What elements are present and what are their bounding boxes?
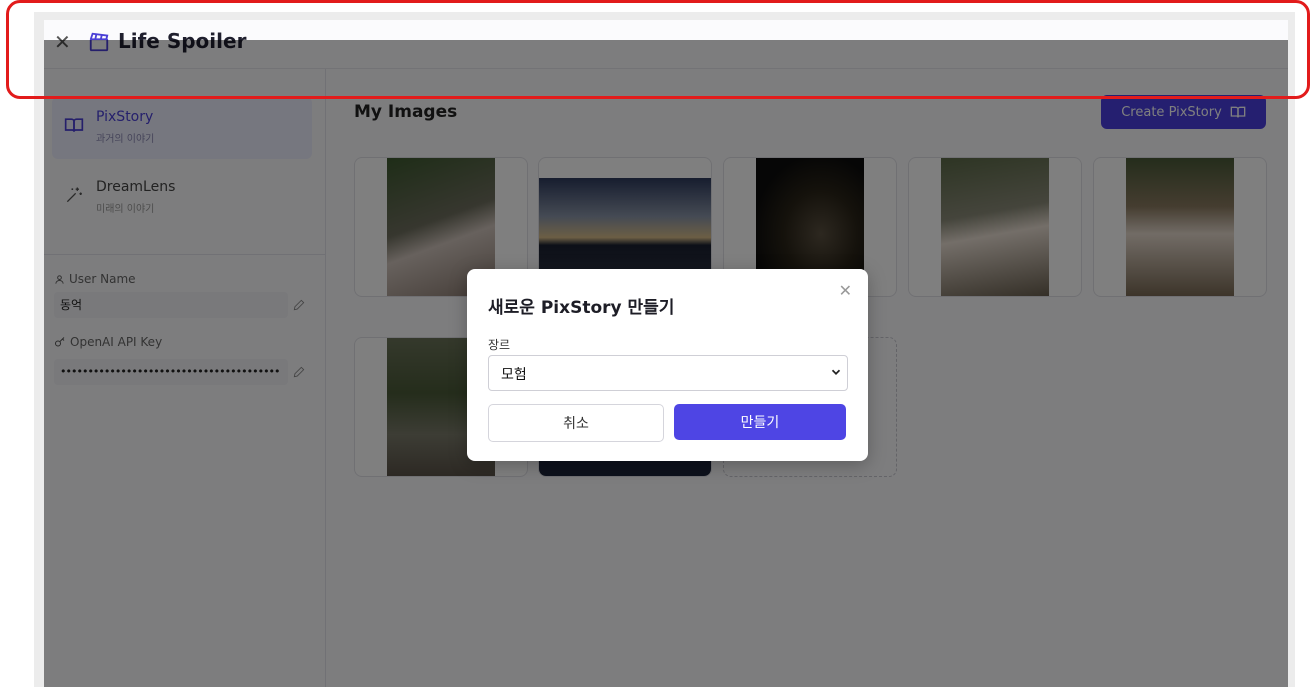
close-icon[interactable]: ✕ xyxy=(839,281,852,300)
modal-title: 새로운 PixStory 만들기 xyxy=(488,298,675,318)
cancel-button[interactable]: 취소 xyxy=(488,404,664,442)
genre-select-value: 모험 xyxy=(501,367,527,383)
create-button[interactable]: 만들기 xyxy=(674,404,846,440)
chevron-down-icon xyxy=(831,369,841,375)
genre-label: 장르 xyxy=(488,338,511,352)
genre-select[interactable]: 모험 xyxy=(488,355,848,391)
create-pixstory-modal: ✕ 새로운 PixStory 만들기 장르 모험 취소 만들기 xyxy=(467,269,868,461)
